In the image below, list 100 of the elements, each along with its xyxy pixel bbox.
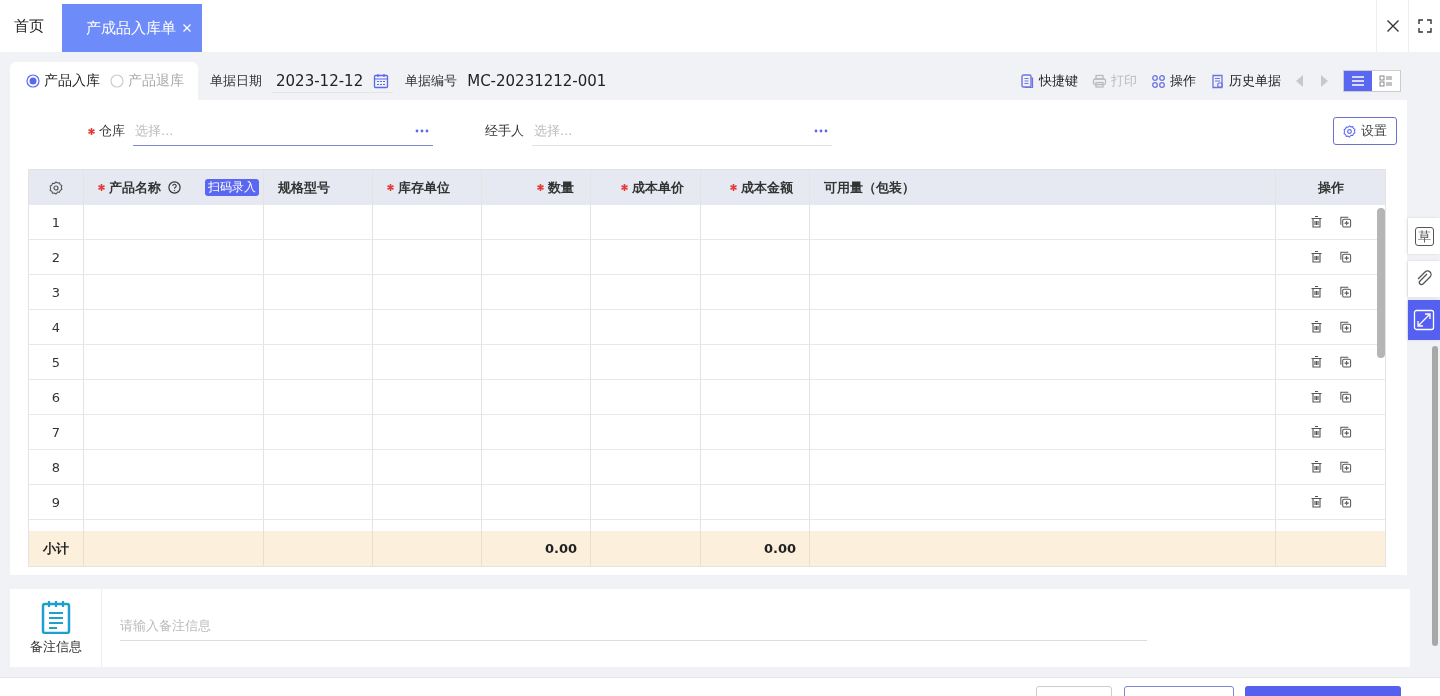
table-cell[interactable] xyxy=(810,275,1276,310)
table-cell[interactable] xyxy=(482,380,591,415)
settings-icon[interactable] xyxy=(49,180,63,195)
table-cell[interactable] xyxy=(373,205,482,240)
table-cell[interactable] xyxy=(810,345,1276,380)
table-cell[interactable] xyxy=(482,275,591,310)
table-cell[interactable] xyxy=(810,485,1276,520)
table-cell[interactable] xyxy=(84,415,264,450)
table-cell[interactable] xyxy=(482,310,591,345)
table-cell[interactable] xyxy=(264,275,373,310)
scan-entry-badge[interactable]: 扫码录入 xyxy=(205,179,259,196)
table-cell[interactable] xyxy=(591,205,701,240)
list-view-button[interactable] xyxy=(1344,71,1372,91)
table-cell[interactable] xyxy=(373,485,482,520)
table-cell[interactable] xyxy=(264,345,373,380)
table-cell[interactable] xyxy=(701,310,810,345)
select-field[interactable]: 选择... xyxy=(133,116,433,146)
table-cell[interactable] xyxy=(84,310,264,345)
select-input[interactable]: 选择... xyxy=(135,123,335,138)
copy-add-icon[interactable] xyxy=(1338,250,1352,264)
help-icon[interactable] xyxy=(168,181,181,194)
table-cell[interactable] xyxy=(591,275,701,310)
table-cell[interactable] xyxy=(810,310,1276,345)
table-cell[interactable] xyxy=(84,485,264,520)
table-cell[interactable] xyxy=(482,345,591,380)
copy-add-icon[interactable] xyxy=(1338,460,1352,474)
table-cell[interactable] xyxy=(264,415,373,450)
table-cell[interactable] xyxy=(701,415,810,450)
remarks-input[interactable]: 请输入备注信息 xyxy=(120,618,420,633)
table-cell[interactable] xyxy=(84,345,264,380)
table-cell[interactable] xyxy=(373,450,482,485)
table-cell[interactable] xyxy=(264,380,373,415)
table-cell[interactable] xyxy=(701,485,810,520)
scrollbar[interactable] xyxy=(1377,208,1385,358)
table-cell[interactable] xyxy=(701,205,810,240)
table-cell[interactable] xyxy=(701,345,810,380)
table-cell[interactable] xyxy=(810,205,1276,240)
table-cell[interactable] xyxy=(482,240,591,275)
remarks-field[interactable]: 请输入备注信息 xyxy=(120,611,1147,641)
table-cell[interactable] xyxy=(591,380,701,415)
table-cell[interactable] xyxy=(482,450,591,485)
detail-view-button[interactable] xyxy=(1372,71,1400,91)
radio-option[interactable]: 产品入库 xyxy=(26,72,100,90)
table-cell[interactable] xyxy=(591,345,701,380)
table-cell[interactable] xyxy=(482,485,591,520)
next-icon[interactable] xyxy=(1319,75,1329,87)
table-cell[interactable] xyxy=(373,310,482,345)
table-cell[interactable] xyxy=(84,205,264,240)
table-cell[interactable] xyxy=(84,450,264,485)
trash-icon[interactable] xyxy=(1309,250,1323,264)
toolbar-button[interactable]: 历史单据 xyxy=(1210,72,1281,90)
copy-add-icon[interactable] xyxy=(1338,355,1352,369)
table-cell[interactable] xyxy=(264,450,373,485)
table-cell[interactable] xyxy=(810,240,1276,275)
table-cell[interactable] xyxy=(373,415,482,450)
copy-add-icon[interactable] xyxy=(1338,390,1352,404)
table-cell[interactable] xyxy=(264,240,373,275)
trash-icon[interactable] xyxy=(1309,425,1323,439)
table-cell[interactable] xyxy=(482,205,591,240)
table-cell[interactable] xyxy=(84,380,264,415)
table-cell[interactable] xyxy=(373,275,482,310)
table-cell[interactable] xyxy=(701,380,810,415)
select-input[interactable]: 选择... xyxy=(534,123,734,138)
trash-icon[interactable] xyxy=(1309,320,1323,334)
more-icon[interactable] xyxy=(415,128,429,133)
table-cell[interactable] xyxy=(84,240,264,275)
table-cell[interactable] xyxy=(591,415,701,450)
trash-icon[interactable] xyxy=(1309,390,1323,404)
side-tool-button[interactable] xyxy=(1408,300,1440,340)
copy-add-icon[interactable] xyxy=(1338,320,1352,334)
previous-icon[interactable] xyxy=(1295,75,1305,87)
table-cell[interactable] xyxy=(373,345,482,380)
copy-add-icon[interactable] xyxy=(1338,425,1352,439)
trash-icon[interactable] xyxy=(1309,355,1323,369)
page-scrollbar[interactable] xyxy=(1432,346,1438,646)
table-cell[interactable] xyxy=(373,240,482,275)
more-icon[interactable] xyxy=(814,128,828,133)
settings-button[interactable]: 设置 xyxy=(1333,117,1397,145)
side-tool-button[interactable]: 草 xyxy=(1408,218,1440,254)
table-cell[interactable] xyxy=(591,240,701,275)
toolbar-button[interactable]: 快捷键 xyxy=(1020,72,1078,90)
table-cell[interactable] xyxy=(701,240,810,275)
trash-icon[interactable] xyxy=(1309,215,1323,229)
side-tool-button[interactable] xyxy=(1408,261,1440,297)
trash-icon[interactable] xyxy=(1309,495,1323,509)
table-cell[interactable] xyxy=(591,310,701,345)
table-cell[interactable] xyxy=(591,485,701,520)
calendar-icon[interactable] xyxy=(373,72,390,89)
copy-add-icon[interactable] xyxy=(1338,215,1352,229)
table-cell[interactable] xyxy=(701,275,810,310)
copy-add-icon[interactable] xyxy=(1338,285,1352,299)
table-cell[interactable] xyxy=(701,450,810,485)
table-cell[interactable] xyxy=(591,450,701,485)
table-cell[interactable] xyxy=(264,205,373,240)
table-cell[interactable] xyxy=(482,415,591,450)
table-cell[interactable] xyxy=(810,450,1276,485)
table-cell[interactable] xyxy=(264,485,373,520)
copy-add-icon[interactable] xyxy=(1338,495,1352,509)
toolbar-button[interactable]: 操作 xyxy=(1151,72,1196,90)
table-cell[interactable] xyxy=(264,310,373,345)
